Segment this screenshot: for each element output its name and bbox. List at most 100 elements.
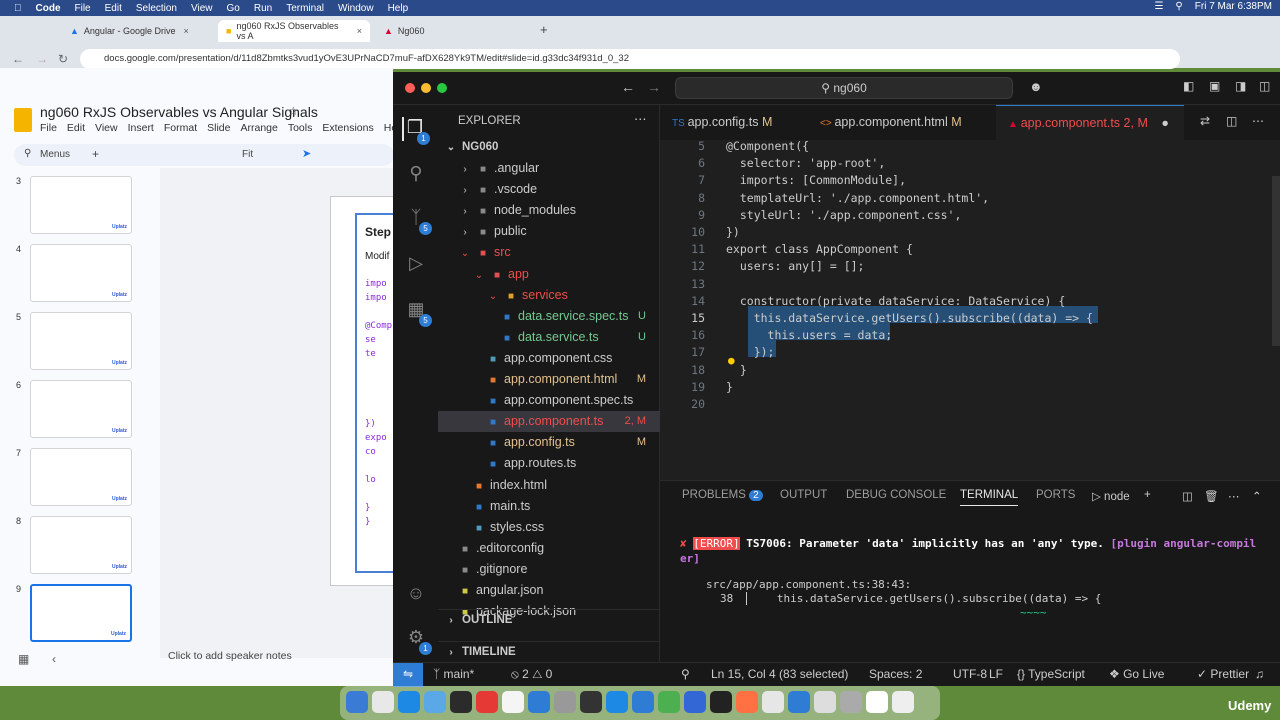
- dock-app-icon[interactable]: [658, 691, 680, 713]
- encoding[interactable]: UTF-8: [953, 667, 987, 681]
- zoom-status-icon[interactable]: ⚲: [681, 667, 690, 681]
- tree-item[interactable]: ■ app.routes.ts: [438, 453, 660, 474]
- dock-app-icon[interactable]: [762, 691, 784, 713]
- source-control-icon[interactable]: ᛉ5: [404, 207, 432, 235]
- menubar-app-name[interactable]: Code: [36, 3, 61, 14]
- dock-app-icon[interactable]: [632, 691, 654, 713]
- presentation-title[interactable]: ng060 RxJS Observables vs Angular Signal…: [40, 104, 318, 120]
- slide-thumbnail[interactable]: Uplatz: [30, 312, 132, 370]
- tree-item[interactable]: ⌄ ■ src: [438, 242, 660, 263]
- dock-app-icon[interactable]: [840, 691, 862, 713]
- problems-status[interactable]: ⦸ 2 △ 0: [511, 667, 552, 682]
- dock-app-icon[interactable]: [814, 691, 836, 713]
- explorer-icon[interactable]: ❐ 1: [402, 117, 430, 145]
- zoom-select[interactable]: Fit: [242, 149, 253, 160]
- star-icon[interactable]: ☆: [288, 104, 299, 118]
- split-terminal-icon[interactable]: ◫: [1182, 489, 1193, 503]
- tree-item[interactable]: › ■ .angular: [438, 158, 660, 179]
- menubar-help[interactable]: Help: [388, 3, 409, 14]
- dock-app-icon[interactable]: [554, 691, 576, 713]
- close-icon[interactable]: ×: [183, 26, 188, 36]
- menus-button[interactable]: Menus: [40, 149, 70, 160]
- minimize-window-button[interactable]: [421, 83, 431, 93]
- nav-forward-icon[interactable]: →: [647, 79, 661, 95]
- search-icon[interactable]: ⚲: [1175, 1, 1182, 12]
- grid-view-icon[interactable]: ▦: [18, 652, 29, 666]
- slides-menu-edit[interactable]: Edit: [67, 122, 85, 134]
- run-debug-icon[interactable]: ▷: [404, 253, 428, 277]
- slide-thumbnail[interactable]: Uplatz: [30, 584, 132, 642]
- terminal-shell-select[interactable]: ▷ node: [1092, 489, 1130, 503]
- slide-thumbnail[interactable]: Uplatz: [30, 244, 132, 302]
- code-line[interactable]: this.dataService.getUsers().subscribe((d…: [726, 310, 1093, 327]
- dock-app-icon[interactable]: [502, 691, 524, 713]
- menubar-view[interactable]: View: [191, 3, 213, 14]
- wifi-icon[interactable]: ☰: [1154, 1, 1163, 12]
- more-actions-icon[interactable]: ⋯: [634, 111, 647, 126]
- code-line[interactable]: this.users = data;: [726, 327, 893, 344]
- slide-thumbnail[interactable]: Uplatz: [30, 176, 132, 234]
- panel-more-icon[interactable]: ⋯: [1228, 489, 1240, 503]
- code-line[interactable]: selector: 'app-root',: [726, 155, 885, 172]
- tree-item[interactable]: ⌄ ■ app: [438, 264, 660, 285]
- go-live[interactable]: ❖ Go Live: [1109, 667, 1164, 681]
- select-cursor-icon[interactable]: ➤: [302, 147, 311, 160]
- customize-layout-icon[interactable]: ◫: [1259, 79, 1270, 93]
- tree-root[interactable]: ⌄ NG060: [438, 137, 660, 158]
- maximize-window-button[interactable]: [437, 83, 447, 93]
- dock-app-icon[interactable]: [372, 691, 394, 713]
- new-terminal-icon[interactable]: +: [1144, 489, 1151, 501]
- slides-menu-arrange[interactable]: Arrange: [240, 122, 277, 134]
- copilot-icon[interactable]: ☻: [1029, 79, 1043, 94]
- tree-item[interactable]: ⌄ ■ services: [438, 285, 660, 306]
- slide-thumbnail[interactable]: Uplatz: [30, 380, 132, 438]
- tree-item[interactable]: › ■ .vscode: [438, 179, 660, 200]
- dock-app-icon[interactable]: [398, 691, 420, 713]
- dock-app-icon[interactable]: [736, 691, 758, 713]
- tree-item[interactable]: ■ styles.css: [438, 517, 660, 538]
- dock-app-icon[interactable]: [892, 691, 914, 713]
- tree-item[interactable]: ■ app.component.ts 2, M: [438, 411, 660, 433]
- tab-terminal[interactable]: TERMINAL: [960, 489, 1019, 506]
- slides-menu-tools[interactable]: Tools: [288, 122, 313, 134]
- tree-item[interactable]: ■ app.component.spec.ts: [438, 390, 660, 411]
- dock-app-icon[interactable]: [866, 691, 888, 713]
- command-center-search[interactable]: ⚲ ng060: [675, 77, 1013, 99]
- code-line[interactable]: users: any[] = [];: [726, 258, 865, 275]
- dock-app-icon[interactable]: [424, 691, 446, 713]
- terminal-output[interactable]: ✘ [ERROR] TS7006: Parameter 'data' impli…: [680, 537, 1270, 675]
- toggle-secondary-sidebar-icon[interactable]: ◨: [1235, 79, 1246, 93]
- dock-app-icon[interactable]: [788, 691, 810, 713]
- menus-search-icon[interactable]: ⚲: [24, 148, 31, 159]
- notifications-bell-icon[interactable]: ♫: [1255, 667, 1264, 681]
- menubar-selection[interactable]: Selection: [136, 3, 177, 14]
- indentation[interactable]: Spaces: 2: [869, 667, 922, 681]
- menubar-edit[interactable]: Edit: [105, 3, 122, 14]
- compare-icon[interactable]: ⇄: [1200, 114, 1210, 128]
- extensions-icon[interactable]: ▦ 5: [404, 299, 432, 327]
- back-icon[interactable]: ←: [12, 52, 24, 66]
- remote-indicator-icon[interactable]: ⇋: [393, 663, 423, 687]
- menubar-file[interactable]: File: [75, 3, 91, 14]
- tree-item[interactable]: › ■ public: [438, 221, 660, 242]
- code-line[interactable]: export class AppComponent {: [726, 241, 913, 258]
- collapse-icon[interactable]: ‹: [52, 652, 56, 666]
- tab-output[interactable]: OUTPUT: [780, 489, 827, 501]
- code-line[interactable]: styleUrl: './app.component.css',: [726, 207, 962, 224]
- menubar-go[interactable]: Go: [227, 3, 240, 14]
- tab-app-component-ts[interactable]: ▲ app.component.ts 2, M ●: [996, 105, 1184, 140]
- tab-debug-console[interactable]: DEBUG CONSOLE: [846, 489, 946, 501]
- slide-thumbnail[interactable]: Uplatz: [30, 448, 132, 506]
- close-icon[interactable]: ×: [357, 26, 362, 36]
- browser-tab-drive[interactable]: ▲ Angular - Google Drive ×: [62, 20, 212, 42]
- editor-more-icon[interactable]: ⋯: [1252, 114, 1264, 128]
- account-icon[interactable]: ☺: [404, 583, 428, 607]
- slides-menu-file[interactable]: File: [40, 122, 57, 134]
- new-slide-icon[interactable]: +: [92, 147, 99, 161]
- slides-menu-insert[interactable]: Insert: [128, 122, 154, 134]
- manage-gear-icon[interactable]: ⚙ 1: [404, 627, 432, 655]
- unsaved-dot-icon[interactable]: ●: [1161, 116, 1169, 130]
- slides-menu-view[interactable]: View: [95, 122, 118, 134]
- editor-scrollbar[interactable]: [1272, 176, 1280, 346]
- address-bar[interactable]: docs.google.com/presentation/d/11d8Zbmtk…: [80, 49, 1180, 69]
